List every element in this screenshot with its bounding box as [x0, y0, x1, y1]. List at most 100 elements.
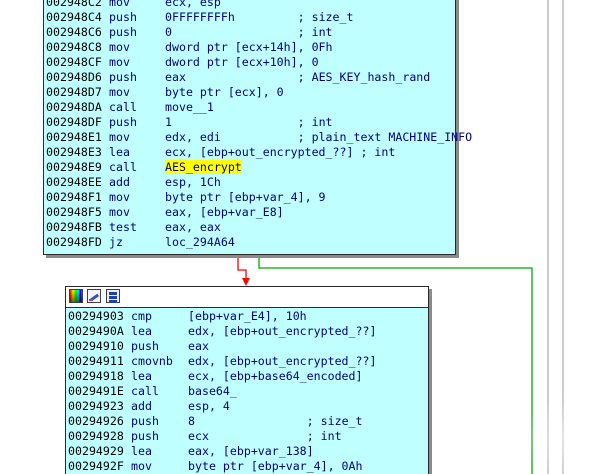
instruction-operands[interactable]: edx, [ebp+out_encrypted_??] [188, 324, 376, 339]
basic-block-bottom[interactable]: 00294903 cmp [ebp+var_E4], 10h 0029490A lea e… [65, 286, 429, 474]
instruction-operands[interactable]: eax [188, 339, 209, 354]
operand-text: edx, [ebp+out_encrypted_??] [188, 324, 377, 338]
instruction-operands[interactable]: 1 ; int [165, 115, 333, 130]
asm-line[interactable]: 002948F1 mov byte ptr [ebp+var_4], 9 [44, 190, 455, 205]
asm-line[interactable]: 00294928 push ecx ; int [66, 429, 428, 444]
instruction-address: 002948C2 [46, 0, 102, 9]
instruction-mnemonic: push [131, 414, 159, 428]
instruction-operands[interactable]: ecx, [ebp+base64_encoded] [188, 369, 363, 384]
rename-icon[interactable] [87, 289, 101, 303]
graph-view-icon[interactable] [106, 289, 120, 303]
instruction-address: 002948F5 [46, 205, 102, 219]
asm-line[interactable]: 00294923 add esp, 4 [66, 399, 428, 414]
instruction-mnemonic: mov [131, 459, 152, 473]
instruction-operands[interactable]: eax ; AES_KEY_hash_rand [165, 70, 430, 85]
top-block-lines: 002948C2 mov ecx, esp 002948C4 push 0FFFFFFFF… [44, 0, 472, 250]
asm-line[interactable]: 0029491E call base64_ [66, 384, 428, 399]
operand-spacer [209, 429, 307, 443]
color-palette-icon[interactable] [69, 289, 83, 303]
asm-line[interactable]: 002948EE add esp, 1Ch [44, 175, 455, 190]
asm-line[interactable]: 0029492F mov byte ptr [ebp+var_4], 0Ah [66, 459, 428, 474]
asm-line[interactable]: 002948E1 mov edx, edi ; plain_text MACHINE… [44, 130, 472, 145]
instruction-mnemonic: push [109, 115, 137, 129]
instruction-mnemonic: mov [109, 55, 130, 69]
asm-line[interactable]: 0029490A lea edx, [ebp+out_encrypted_??] [66, 324, 428, 339]
instruction-comment: ; int [360, 145, 396, 159]
asm-line[interactable]: 002948F5 mov eax, [ebp+var_E8] [44, 205, 455, 220]
instruction-address: 00294910 [68, 339, 124, 353]
instruction-mnemonic: mov [109, 130, 130, 144]
asm-line[interactable]: 002948FD jz loc_294A64 [44, 235, 455, 250]
instruction-mnemonic: cmovnb [131, 354, 173, 368]
instruction-operands[interactable]: eax, [ebp+var_E8] [165, 205, 284, 220]
operand-text: byte ptr [ebp+var_4], 0Ah [188, 459, 363, 473]
asm-line[interactable]: 002948E9 call AES_encrypt [44, 160, 455, 175]
instruction-mnemonic: test [109, 220, 137, 234]
asm-line[interactable]: 002948D6 push eax ; AES_KEY_hash_rand [44, 70, 455, 85]
asm-line[interactable]: 002948FB test eax, eax [44, 220, 455, 235]
operand-text: 0FFFFFFFFh [165, 10, 235, 24]
instruction-operands[interactable]: 8 ; size_t [188, 414, 363, 429]
asm-line[interactable]: 002948D7 mov byte ptr [ecx], 0 [44, 85, 455, 100]
asm-line[interactable]: 00294911 cmovnb edx, [ebp+out_encrypted_??… [66, 354, 428, 369]
operand-text: eax, eax [165, 220, 221, 234]
instruction-operands[interactable]: esp, 4 [188, 399, 230, 414]
instruction-address: 002948C8 [46, 40, 102, 54]
instruction-operands[interactable]: 0FFFFFFFFh ; size_t [165, 10, 353, 25]
instruction-operands[interactable]: byte ptr [ebp+var_4], 9 [165, 190, 326, 205]
instruction-operands[interactable]: ecx, [ebp+out_encrypted_??] ; int [165, 145, 395, 160]
instruction-mnemonic: push [131, 339, 159, 353]
instruction-operands[interactable]: AES_encrypt [165, 160, 242, 175]
instruction-address: 002948D6 [46, 70, 102, 84]
asm-line[interactable]: 00294903 cmp [ebp+var_E4], 10h [66, 309, 428, 324]
asm-line[interactable]: 00294918 lea ecx, [ebp+base64_encoded] [66, 369, 428, 384]
instruction-address: 002948F1 [46, 190, 102, 204]
instruction-operands[interactable]: eax, [ebp+var_138] [188, 444, 314, 459]
instruction-mnemonic: push [109, 25, 137, 39]
instruction-operands[interactable]: dword ptr [ecx+10h], 0 [165, 55, 319, 70]
asm-line[interactable]: 002948C4 push 0FFFFFFFFh ; size_t [44, 10, 455, 25]
instruction-operands[interactable]: edx, [ebp+out_encrypted_??] [188, 354, 376, 369]
instruction-mnemonic: add [109, 175, 130, 189]
instruction-mnemonic: jz [109, 235, 123, 249]
asm-line[interactable]: 002948C2 mov ecx, esp [44, 0, 455, 10]
instruction-operands[interactable]: move__1 [165, 100, 214, 115]
asm-line[interactable]: 002948CF mov dword ptr [ecx+10h], 0 [44, 55, 455, 70]
instruction-address: 0029490A [68, 324, 124, 338]
asm-line[interactable]: 002948DF push 1 ; int [44, 115, 455, 130]
asm-line[interactable]: 002948C8 mov dword ptr [ecx+14h], 0Fh [44, 40, 455, 55]
instruction-address: 00294918 [68, 369, 124, 383]
instruction-mnemonic: add [131, 399, 152, 413]
operand-text: 8 [188, 414, 195, 428]
instruction-operands[interactable]: 0 ; int [165, 25, 333, 40]
operand-text: esp, 4 [188, 399, 230, 413]
basic-block-top[interactable]: 002948C2 mov ecx, esp 002948C4 push 0FFFFFFFF… [43, 0, 472, 255]
operand-text: edx, [ebp+out_encrypted_??] [188, 354, 377, 368]
asm-line[interactable]: 00294910 push eax [66, 339, 428, 354]
operand-text: edx, edi [165, 130, 221, 144]
instruction-operands[interactable]: esp, 1Ch [165, 175, 221, 190]
operand-text: eax, [ebp+var_138] [188, 444, 314, 458]
asm-line[interactable]: 002948DA call move__1 [44, 100, 455, 115]
operand-text: eax [165, 70, 186, 84]
instruction-operands[interactable]: ecx ; int [188, 429, 342, 444]
graph-view[interactable]: 002948C2 mov ecx, esp 002948C4 push 0FFFFFFFF… [0, 0, 615, 474]
instruction-operands[interactable]: ecx, esp [165, 0, 221, 10]
instruction-operands[interactable]: byte ptr [ecx], 0 [165, 85, 284, 100]
operand-text: 0 [165, 25, 172, 39]
instruction-operands[interactable]: [ebp+var_E4], 10h [188, 309, 307, 324]
instruction-operands[interactable]: dword ptr [ecx+14h], 0Fh [165, 40, 333, 55]
asm-line[interactable]: 00294926 push 8 ; size_t [66, 414, 428, 429]
instruction-operands[interactable]: eax, eax [165, 220, 221, 235]
instruction-mnemonic: mov [109, 205, 130, 219]
operand-text: loc_294A64 [165, 235, 235, 249]
asm-line[interactable]: 00294929 lea eax, [ebp+var_138] [66, 444, 428, 459]
instruction-mnemonic: lea [131, 369, 152, 383]
instruction-operands[interactable]: byte ptr [ebp+var_4], 0Ah [188, 459, 363, 474]
instruction-operands[interactable]: base64_ [188, 384, 237, 399]
instruction-mnemonic: mov [109, 40, 130, 54]
asm-line[interactable]: 002948C6 push 0 ; int [44, 25, 455, 40]
instruction-operands[interactable]: loc_294A64 [165, 235, 235, 250]
instruction-operands[interactable]: edx, edi ; plain_text MACHINE_INFO [165, 130, 472, 145]
asm-line[interactable]: 002948E3 lea ecx, [ebp+out_encrypted_??] ;… [44, 145, 455, 160]
